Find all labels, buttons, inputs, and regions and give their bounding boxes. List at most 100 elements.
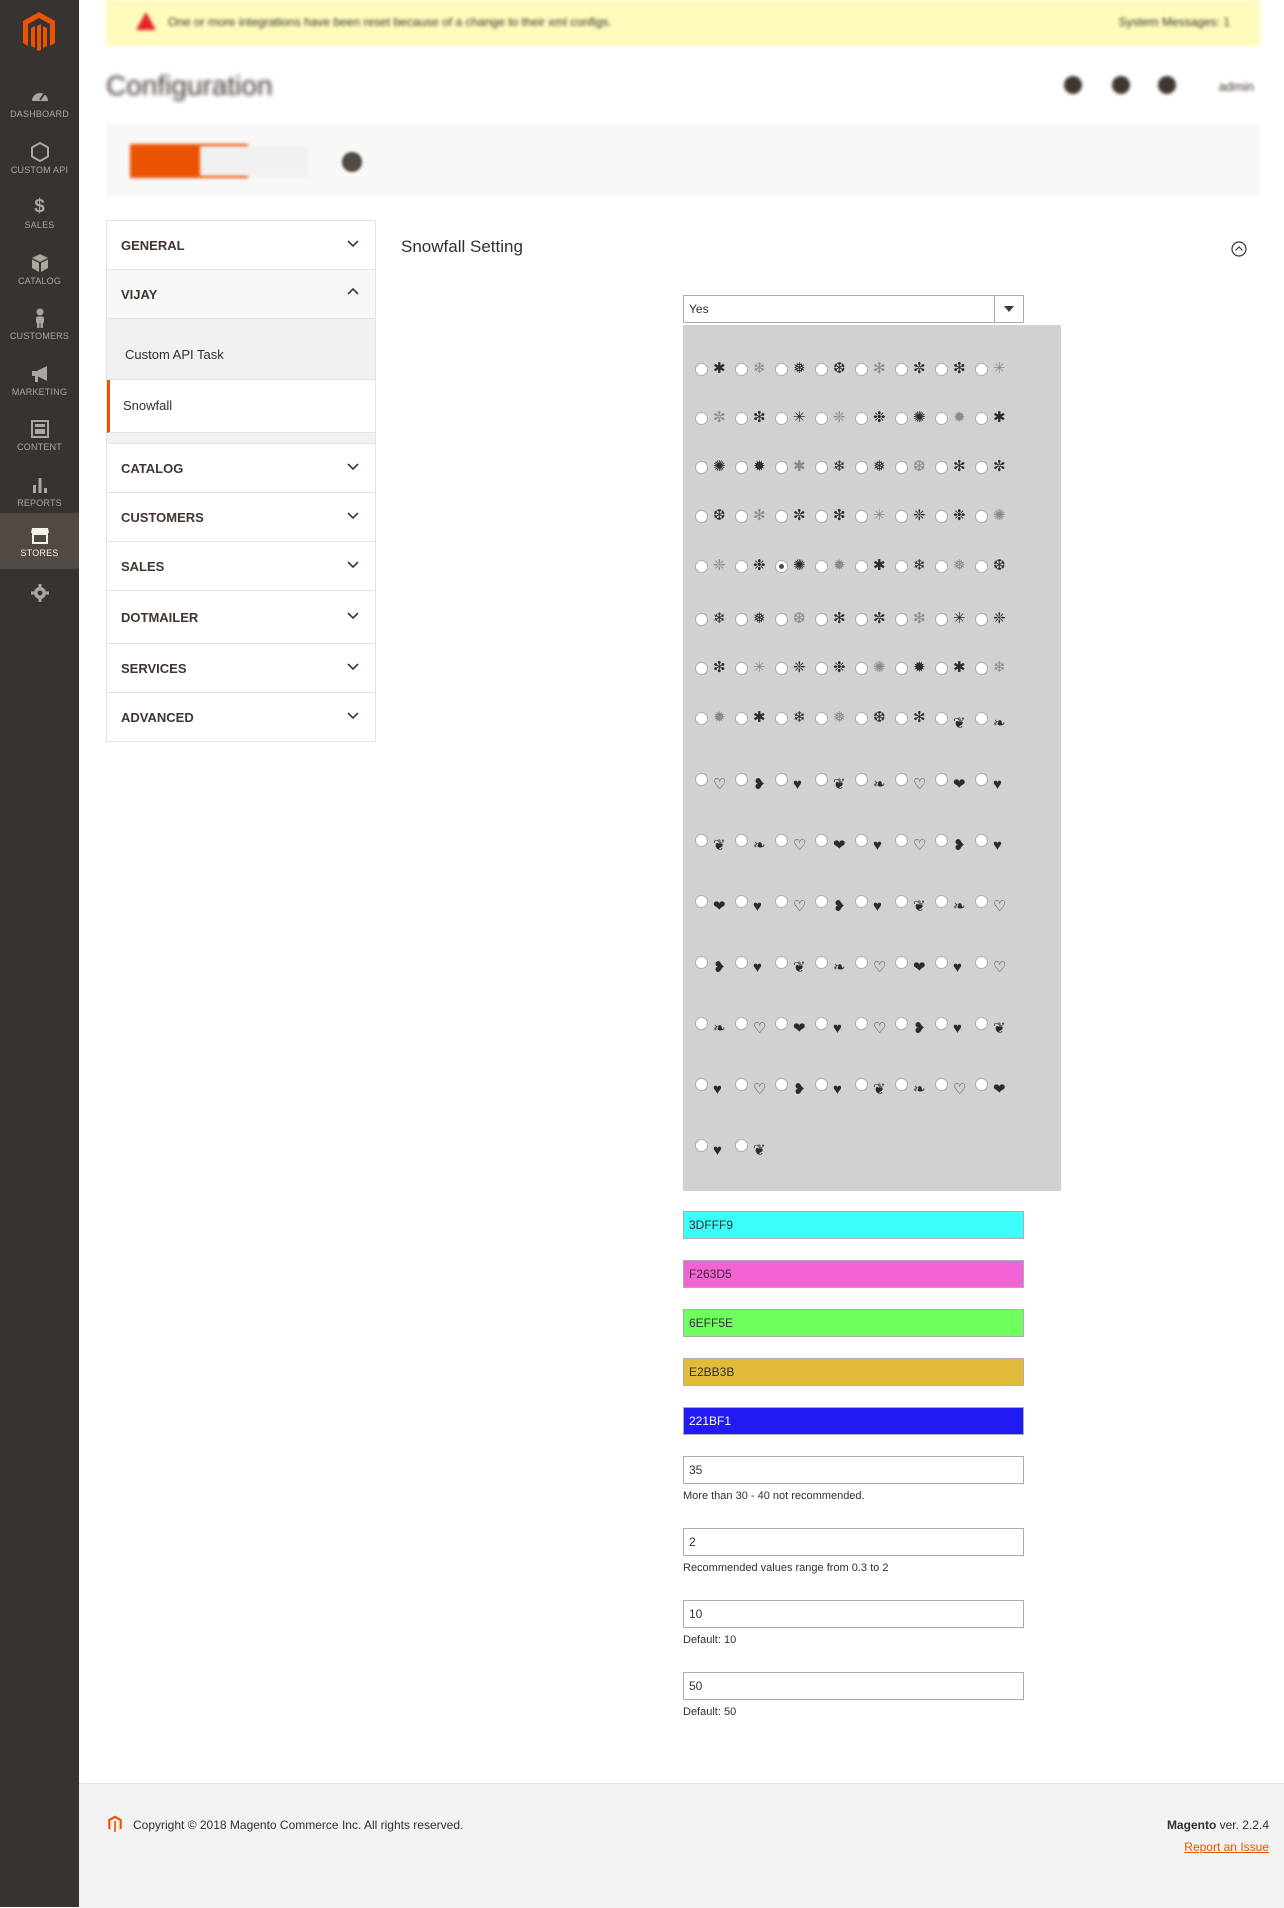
tab-advanced[interactable]: ADVANCED — [107, 693, 375, 742]
radio-button[interactable] — [735, 1078, 748, 1091]
radio-button[interactable] — [815, 613, 828, 626]
radio-button[interactable] — [895, 895, 908, 908]
radio-button[interactable] — [855, 412, 868, 425]
symbol-option[interactable]: ✺ — [775, 552, 815, 582]
symbol-option[interactable]: ✻ — [935, 453, 975, 483]
radio-button[interactable] — [695, 461, 708, 474]
symbol-option[interactable]: ❉ — [855, 404, 895, 434]
symbol-option[interactable]: ♡ — [735, 1070, 775, 1100]
symbol-option[interactable]: ❦ — [895, 887, 935, 917]
radio-button[interactable] — [735, 773, 748, 786]
symbol-option[interactable]: ✳ — [855, 502, 895, 532]
symbol-option[interactable]: ♥ — [735, 887, 775, 917]
radio-button[interactable] — [695, 662, 708, 675]
radio-button[interactable] — [855, 613, 868, 626]
symbol-option[interactable]: ✼ — [855, 605, 895, 635]
snowfall-color-input[interactable] — [683, 1407, 1024, 1435]
symbol-option[interactable]: ✱ — [735, 704, 775, 734]
symbol-option[interactable]: ♡ — [895, 826, 935, 856]
radio-button[interactable] — [735, 712, 748, 725]
symbol-option[interactable]: ❥ — [775, 1070, 815, 1100]
symbol-option[interactable]: ✹ — [815, 552, 855, 582]
symbol-option[interactable]: ♥ — [735, 948, 775, 978]
symbol-option[interactable]: ♡ — [855, 948, 895, 978]
radio-button[interactable] — [895, 712, 908, 725]
symbol-option[interactable]: ❥ — [895, 1009, 935, 1039]
radio-button[interactable] — [815, 662, 828, 675]
symbol-option[interactable]: ❦ — [735, 1131, 775, 1161]
symbol-option[interactable]: ♡ — [775, 826, 815, 856]
symbol-option[interactable]: ❦ — [855, 1070, 895, 1100]
radio-button[interactable] — [855, 773, 868, 786]
symbol-option[interactable]: ❆ — [775, 605, 815, 635]
symbol-option[interactable]: ✹ — [695, 704, 735, 734]
radio-button[interactable] — [895, 461, 908, 474]
radio-button[interactable] — [935, 834, 948, 847]
radio-button[interactable] — [975, 662, 988, 675]
tab-services[interactable]: SERVICES — [107, 644, 375, 693]
symbol-option[interactable]: ❉ — [935, 502, 975, 532]
radio-button[interactable] — [735, 363, 748, 376]
symbol-option[interactable]: ❧ — [855, 765, 895, 795]
symbol-option[interactable]: ✼ — [895, 355, 935, 385]
radio-button[interactable] — [695, 712, 708, 725]
symbol-option[interactable]: ♥ — [975, 765, 1015, 795]
symbol-option[interactable]: ✹ — [895, 654, 935, 684]
radio-button[interactable] — [975, 956, 988, 969]
symbol-option[interactable]: ♥ — [975, 826, 1015, 856]
symbol-option[interactable]: ✺ — [695, 453, 735, 483]
radio-button[interactable] — [935, 1017, 948, 1030]
symbol-option[interactable]: ♡ — [695, 765, 735, 795]
radio-button[interactable] — [935, 510, 948, 523]
nav-content[interactable]: CONTENT — [0, 411, 79, 465]
symbol-option[interactable]: ❄ — [695, 605, 735, 635]
radio-button[interactable] — [775, 895, 788, 908]
user-icon[interactable] — [1158, 76, 1176, 94]
symbol-option[interactable]: ❆ — [815, 355, 855, 385]
symbol-option[interactable]: ✱ — [855, 552, 895, 582]
radio-button[interactable] — [775, 773, 788, 786]
radio-button[interactable] — [815, 773, 828, 786]
radio-button[interactable] — [775, 712, 788, 725]
radio-button[interactable] — [895, 1078, 908, 1091]
radio-button[interactable] — [855, 363, 868, 376]
symbol-option[interactable]: ♡ — [975, 948, 1015, 978]
radio-button[interactable] — [735, 510, 748, 523]
symbol-option[interactable]: ❧ — [975, 704, 1015, 734]
symbol-option[interactable]: ❄ — [735, 355, 775, 385]
radio-button[interactable] — [735, 412, 748, 425]
symbol-option[interactable]: ♥ — [775, 765, 815, 795]
symbol-option[interactable]: ♥ — [935, 948, 975, 978]
radio-button[interactable] — [935, 461, 948, 474]
symbol-option[interactable]: ✹ — [735, 453, 775, 483]
symbol-option[interactable]: ✳ — [935, 605, 975, 635]
symbol-option[interactable]: ♡ — [775, 887, 815, 917]
symbol-option[interactable]: ✺ — [895, 404, 935, 434]
radio-button[interactable] — [935, 773, 948, 786]
radio-button[interactable] — [695, 613, 708, 626]
search-icon[interactable] — [1064, 76, 1082, 94]
radio-button[interactable] — [895, 834, 908, 847]
tab-catalog[interactable]: CATALOG — [107, 444, 375, 493]
radio-button[interactable] — [855, 1017, 868, 1030]
symbol-option[interactable]: ❤ — [895, 948, 935, 978]
nav-catalog[interactable]: CATALOG — [0, 245, 79, 299]
radio-button[interactable] — [775, 412, 788, 425]
radio-button[interactable] — [815, 363, 828, 376]
symbol-option[interactable]: ❦ — [695, 826, 735, 856]
radio-button[interactable] — [895, 1017, 908, 1030]
radio-button[interactable] — [975, 560, 988, 573]
radio-button[interactable] — [815, 560, 828, 573]
tab-sales[interactable]: SALES — [107, 542, 375, 591]
radio-button[interactable] — [815, 412, 828, 425]
radio-button[interactable] — [975, 613, 988, 626]
collapse-icon[interactable] — [1231, 241, 1247, 257]
tab-general[interactable]: GENERAL — [107, 221, 375, 270]
radio-button[interactable] — [895, 412, 908, 425]
radio-button[interactable] — [695, 1139, 708, 1152]
symbol-option[interactable]: ♡ — [735, 1009, 775, 1039]
radio-button[interactable] — [695, 956, 708, 969]
symbol-option[interactable]: ❅ — [855, 453, 895, 483]
symbol-option[interactable]: ❥ — [695, 948, 735, 978]
symbol-option[interactable]: ♡ — [855, 1009, 895, 1039]
